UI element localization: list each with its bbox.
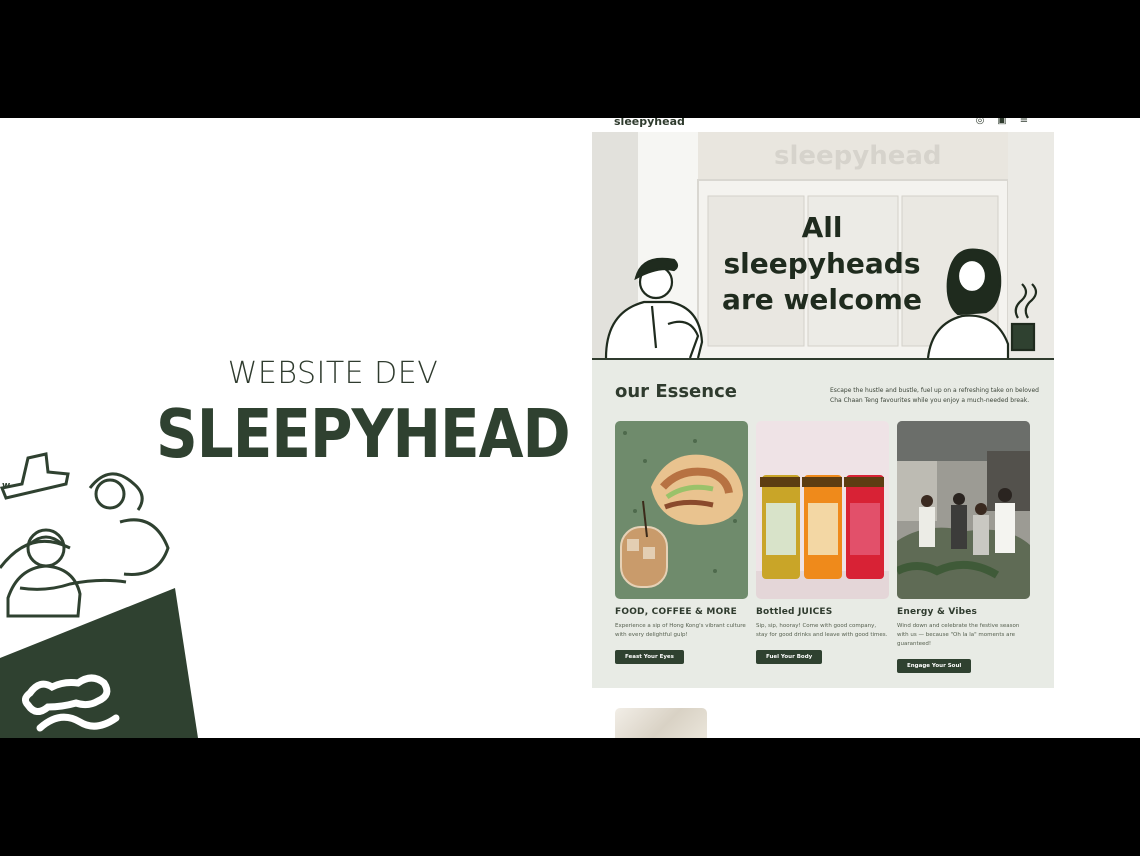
- svg-text:w: w: [2, 481, 10, 491]
- card-title: Bottled JUICES: [756, 607, 833, 617]
- user-icon[interactable]: ◎: [974, 118, 986, 126]
- menu-icon[interactable]: ≡: [1018, 118, 1030, 126]
- storefront-sign: sleepyhead: [774, 141, 942, 171]
- fuel-your-body-button[interactable]: Fuel Your Body: [756, 650, 823, 664]
- engage-your-soul-button[interactable]: Engage Your Soul: [897, 659, 972, 673]
- website-mockup: sleepyhead ◎ ▣ ≡ sleepyhead All sleepyhe…: [592, 118, 1054, 738]
- essence-description: Escape the hustle and bustle, fuel up on…: [830, 387, 1039, 404]
- presentation-slide: WEBSITE DEV SLEEPYHEAD w sleepyhead ◎ ▣ …: [0, 118, 1140, 738]
- slide-kicker: WEBSITE DEV: [227, 356, 439, 391]
- hero-title-line1: All sleepyheads: [723, 211, 921, 280]
- characters-illustration: w: [0, 452, 198, 738]
- crowd-event-photo[interactable]: [897, 421, 1030, 599]
- hero-title-line2: are welcome: [722, 283, 922, 316]
- card-text: Experience a sip of Hong Kong's vibrant …: [615, 623, 746, 638]
- site-logo[interactable]: sleepyhead: [614, 118, 685, 128]
- card-title: Energy & Vibes: [897, 607, 978, 617]
- next-section-image-teaser: [615, 708, 707, 738]
- hero-title: All sleepyheads are welcome: [712, 210, 932, 318]
- nav-icon-group: ◎ ▣ ≡: [974, 118, 1030, 126]
- slide-title: SLEEPYHEAD: [156, 394, 571, 474]
- essence-section: our Essence Escape the hustle and bustle…: [592, 360, 1054, 688]
- feast-your-eyes-button[interactable]: Feast Your Eyes: [615, 650, 684, 664]
- food-coffee-photo[interactable]: [615, 421, 748, 599]
- essence-title: our Essence: [615, 381, 737, 402]
- feature-card-food: FOOD, COFFEE & MORE Experience a sip of …: [615, 421, 748, 664]
- card-text: Wind down and celebrate the festive seas…: [897, 623, 1020, 647]
- feature-card-juices: Bottled JUICES Sip, sip, hooray! Come wi…: [756, 421, 889, 664]
- card-title: FOOD, COFFEE & MORE: [615, 607, 737, 617]
- cart-icon[interactable]: ▣: [996, 118, 1008, 126]
- site-navbar: sleepyhead ◎ ▣ ≡: [592, 118, 1054, 132]
- card-text: Sip, sip, hooray! Come with good company…: [756, 623, 888, 638]
- hero-banner: sleepyhead All sleepyheads are welcome: [592, 130, 1054, 360]
- juices-photo[interactable]: [756, 421, 889, 599]
- feature-card-vibes: Energy & Vibes Wind down and celebrate t…: [897, 421, 1030, 673]
